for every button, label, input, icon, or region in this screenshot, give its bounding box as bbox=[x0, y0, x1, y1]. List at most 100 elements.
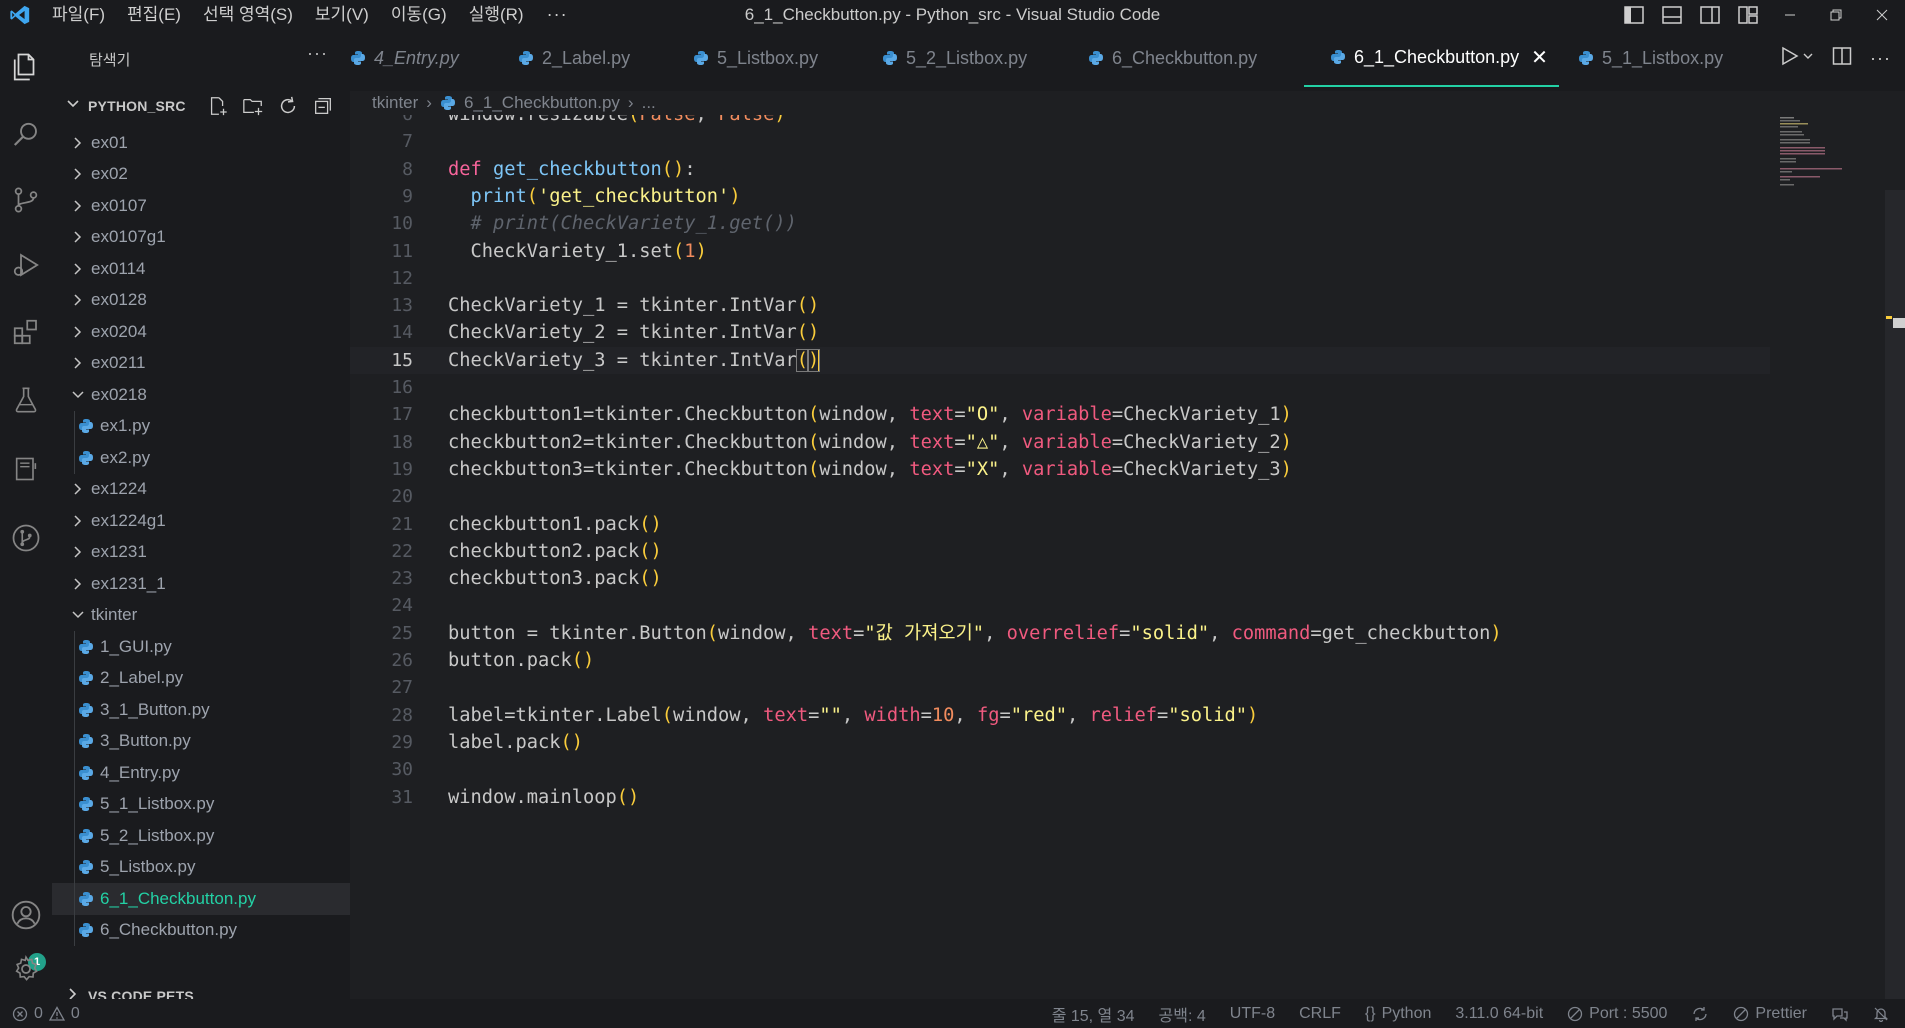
folder-item[interactable]: ex1231_1 bbox=[52, 568, 350, 600]
language-mode[interactable]: {} Python bbox=[1365, 1005, 1432, 1023]
toggle-secondary-sidebar-icon[interactable] bbox=[1691, 0, 1729, 29]
tab-4-entry[interactable]: 4_Entry.py bbox=[350, 29, 475, 87]
run-python-file-icon[interactable] bbox=[1780, 46, 1814, 71]
tab-5-2-listbox[interactable]: 5_2_Listbox.py bbox=[882, 29, 1027, 87]
line-number: 30 bbox=[391, 759, 413, 781]
more-actions-icon[interactable]: ··· bbox=[1870, 48, 1891, 69]
file-item[interactable]: 3_1_Button.py bbox=[52, 694, 350, 726]
breadcrumb: tkinter › 6_1_Checkbutton.py › ... bbox=[372, 91, 656, 115]
refresh-icon[interactable] bbox=[274, 94, 301, 118]
explorer-more-button[interactable]: ··· bbox=[307, 43, 328, 64]
scrollbar-cursor-marker bbox=[1886, 316, 1892, 319]
folder-item[interactable]: ex02 bbox=[52, 159, 350, 191]
indentation[interactable]: 공백: 4 bbox=[1159, 1002, 1206, 1026]
tab-2-label[interactable]: 2_Label.py bbox=[518, 29, 630, 87]
menu-bar: 파일(F) 편집(E) 선택 영역(S) 보기(V) 이동(G) 실행(R) ·… bbox=[40, 0, 580, 29]
chevron-right-icon bbox=[70, 261, 86, 277]
file-item[interactable]: 4_Entry.py bbox=[52, 757, 350, 789]
folder-item[interactable]: ex1224 bbox=[52, 474, 350, 506]
cursor-position[interactable]: 줄 15, 열 34 bbox=[1052, 1002, 1135, 1026]
tab-6-1-checkbutton[interactable]: 6_1_Checkbutton.py ✕ bbox=[1304, 29, 1559, 87]
file-item[interactable]: ex1.py bbox=[52, 410, 350, 442]
menu-file[interactable]: 파일(F) bbox=[40, 0, 116, 29]
gear-icon[interactable] bbox=[0, 943, 52, 995]
run-and-debug-icon[interactable] bbox=[0, 239, 52, 291]
close-tab-icon[interactable]: ✕ bbox=[1531, 45, 1548, 70]
scrollbar-thumb[interactable] bbox=[1893, 318, 1905, 328]
restore-icon[interactable] bbox=[1813, 0, 1859, 29]
new-file-icon[interactable] bbox=[204, 94, 231, 118]
minimap[interactable] bbox=[1770, 115, 1885, 195]
file-item[interactable]: 2_Label.py bbox=[52, 662, 350, 694]
extensions-icon[interactable] bbox=[0, 306, 52, 358]
file-item[interactable]: 1_GUI.py bbox=[52, 631, 350, 663]
python-file-icon bbox=[78, 670, 94, 686]
file-item[interactable]: 3_Button.py bbox=[52, 725, 350, 757]
tab-5-listbox[interactable]: 5_Listbox.py bbox=[693, 29, 818, 87]
folder-item[interactable]: ex0114 bbox=[52, 253, 350, 285]
testing-icon[interactable] bbox=[0, 374, 52, 426]
new-folder-icon[interactable] bbox=[239, 94, 266, 118]
explorer-icon[interactable] bbox=[0, 41, 52, 93]
problems-indicator[interactable]: 0 0 bbox=[12, 1005, 80, 1023]
tab-5-1-listbox[interactable]: 5_1_Listbox.py bbox=[1578, 29, 1723, 87]
menu-go[interactable]: 이동(G) bbox=[380, 0, 458, 29]
folder-item[interactable]: ex1231 bbox=[52, 537, 350, 569]
folder-item[interactable]: ex0204 bbox=[52, 316, 350, 348]
live-server-port[interactable]: Port : 5500 bbox=[1567, 1005, 1667, 1023]
breadcrumb-file[interactable]: 6_1_Checkbutton.py bbox=[464, 93, 620, 113]
file-item[interactable]: 5_2_Listbox.py bbox=[52, 820, 350, 852]
prettier-status[interactable]: Prettier bbox=[1733, 1005, 1807, 1023]
folder-item[interactable]: ex1224g1 bbox=[52, 505, 350, 537]
toggle-panel-icon[interactable] bbox=[1653, 0, 1691, 29]
line-number: 12 bbox=[391, 267, 413, 289]
indent-guide bbox=[74, 757, 75, 789]
close-window-icon[interactable] bbox=[1859, 0, 1905, 29]
folder-item[interactable]: ex0211 bbox=[52, 348, 350, 380]
file-item[interactable]: 5_1_Listbox.py bbox=[52, 788, 350, 820]
end-of-line[interactable]: CRLF bbox=[1299, 1005, 1341, 1023]
file-item[interactable]: 5_Listbox.py bbox=[52, 851, 350, 883]
code-line: 12 bbox=[350, 265, 1885, 292]
breadcrumb-symbol[interactable]: ... bbox=[642, 93, 656, 113]
folder-item[interactable]: ex0218 bbox=[52, 379, 350, 411]
folder-item[interactable]: ex0107 bbox=[52, 190, 350, 222]
sync-icon[interactable] bbox=[1691, 1006, 1709, 1022]
menu-view[interactable]: 보기(V) bbox=[304, 0, 380, 29]
accounts-icon[interactable] bbox=[0, 889, 52, 941]
search-icon[interactable] bbox=[0, 109, 52, 161]
python-file-icon bbox=[882, 50, 898, 66]
source-control-icon[interactable] bbox=[0, 174, 52, 226]
notebook-icon[interactable] bbox=[0, 443, 52, 495]
folder-item[interactable]: ex0107g1 bbox=[52, 222, 350, 254]
menu-more-button[interactable]: ··· bbox=[535, 4, 580, 25]
minimize-icon[interactable] bbox=[1767, 0, 1813, 29]
code-editor[interactable]: 6window.resizable(False, False) 7 8def g… bbox=[350, 115, 1885, 999]
feedback-icon[interactable] bbox=[1831, 1006, 1849, 1022]
file-item[interactable]: 6_1_Checkbutton.py bbox=[52, 883, 350, 915]
collapse-all-icon[interactable] bbox=[309, 94, 336, 118]
code-line: 18 checkbutton2=tkinter.Checkbutton(windo… bbox=[350, 429, 1885, 456]
folder-item[interactable]: ex0128 bbox=[52, 285, 350, 317]
python-file-icon bbox=[1088, 50, 1104, 66]
split-editor-icon[interactable] bbox=[1832, 46, 1852, 71]
vertical-scrollbar[interactable] bbox=[1885, 190, 1905, 1000]
menu-selection[interactable]: 선택 영역(S) bbox=[192, 0, 304, 29]
tab-6-checkbutton[interactable]: 6_Checkbutton.py bbox=[1088, 29, 1257, 87]
folder-item[interactable]: ex01 bbox=[52, 127, 350, 159]
chevron-right-icon bbox=[70, 324, 86, 340]
git-graph-icon[interactable] bbox=[0, 512, 52, 564]
folder-item[interactable]: tkinter bbox=[52, 600, 350, 632]
encoding[interactable]: UTF-8 bbox=[1230, 1005, 1275, 1023]
menu-edit[interactable]: 편집(E) bbox=[116, 0, 192, 29]
toggle-primary-sidebar-icon[interactable] bbox=[1615, 0, 1653, 29]
workspace-section-header[interactable]: PYTHON_SRC bbox=[52, 91, 350, 121]
python-interpreter[interactable]: 3.11.0 64-bit bbox=[1455, 1005, 1543, 1023]
file-item[interactable]: ex2.py bbox=[52, 442, 350, 474]
file-item[interactable]: 6_Checkbutton.py bbox=[52, 914, 350, 946]
customize-layout-icon[interactable] bbox=[1729, 0, 1767, 29]
breadcrumb-folder[interactable]: tkinter bbox=[372, 93, 418, 113]
notifications-icon[interactable] bbox=[1873, 1006, 1889, 1022]
menu-run[interactable]: 실행(R) bbox=[458, 0, 535, 29]
tree-item-label: ex0211 bbox=[91, 353, 146, 373]
